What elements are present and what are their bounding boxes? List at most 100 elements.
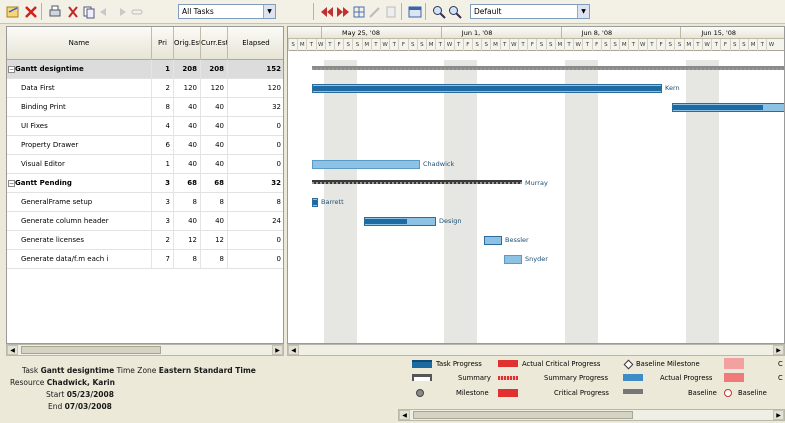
task-progress bbox=[673, 105, 763, 110]
table-row[interactable]: Generate data/f.m each i7880 bbox=[7, 250, 283, 269]
resource-value: Chadwick, Karin bbox=[46, 378, 115, 387]
timeline-day: F bbox=[656, 39, 665, 51]
print-icon[interactable] bbox=[46, 3, 62, 19]
open-icon[interactable] bbox=[4, 3, 20, 19]
cell-curr: 208 bbox=[201, 60, 228, 79]
table-row[interactable]: Generate column header 3 40 40 24 bbox=[7, 212, 283, 231]
critical-progress-swatch bbox=[623, 389, 643, 394]
find-next-icon[interactable] bbox=[446, 3, 462, 19]
cell-name: GeneralFrame setup bbox=[7, 193, 152, 212]
legend-actual-critical-progress: Actual Critical Progress bbox=[522, 360, 601, 368]
timeline-day: M bbox=[683, 39, 693, 51]
cell-elapsed: 120 bbox=[228, 79, 283, 98]
legend-summary: Summary bbox=[458, 374, 491, 382]
unlink-icon[interactable] bbox=[350, 3, 366, 19]
timezone-label: Time Zone bbox=[116, 366, 157, 375]
table-row[interactable]: Gantt Pending 3 68 68 32− bbox=[7, 174, 283, 193]
circle-icon bbox=[724, 389, 732, 397]
timeline-day: S bbox=[352, 39, 361, 51]
collapse-icon[interactable]: − bbox=[8, 66, 15, 73]
scroll-right-icon[interactable]: ▶ bbox=[773, 410, 784, 420]
summary-progress-swatch bbox=[498, 376, 518, 380]
calendar-icon[interactable] bbox=[406, 3, 422, 19]
task-bar[interactable] bbox=[504, 255, 522, 264]
legend-clipped-1: C bbox=[778, 360, 783, 368]
timeline-day: T bbox=[692, 39, 702, 51]
task-filter-select[interactable]: All Tasks ▼ bbox=[178, 4, 276, 19]
timeline-day: W bbox=[637, 39, 647, 51]
cell-elapsed: 8 bbox=[228, 193, 283, 212]
indent-icon[interactable] bbox=[96, 3, 112, 19]
outdent-icon[interactable] bbox=[112, 3, 128, 19]
timeline-week: Jun 1, '08 bbox=[440, 27, 561, 39]
column-header-name[interactable]: Name bbox=[7, 27, 152, 60]
start-label: Start bbox=[46, 390, 65, 399]
task-progress-swatch bbox=[412, 360, 432, 368]
legend-baseline-2: Baseline bbox=[738, 389, 767, 397]
milestone-red-swatch bbox=[498, 389, 518, 397]
timeline-day: S bbox=[674, 39, 683, 51]
timeline-day: T bbox=[711, 39, 720, 51]
column-header-pri[interactable]: Pri bbox=[152, 27, 174, 60]
cell-pri: 1 bbox=[152, 155, 174, 174]
view-select[interactable]: Default ▼ bbox=[470, 4, 590, 19]
copy-icon[interactable] bbox=[80, 3, 96, 19]
timeline-week: Jun 15, '08 bbox=[680, 27, 784, 39]
link-icon[interactable] bbox=[128, 3, 144, 19]
task-bar[interactable] bbox=[364, 217, 436, 226]
table-row[interactable]: UI Fixes 4 40 40 0 bbox=[7, 117, 283, 136]
legend-hscrollbar[interactable]: ◀ ▶ bbox=[398, 409, 785, 421]
zoom-in-icon[interactable] bbox=[318, 3, 334, 19]
task-bar[interactable] bbox=[484, 236, 502, 245]
timeline-day: T bbox=[453, 39, 463, 51]
task-bar[interactable] bbox=[672, 103, 784, 112]
note-icon[interactable] bbox=[382, 3, 398, 19]
toolbar-separator bbox=[425, 3, 426, 20]
column-header-orig-est[interactable]: Orig.Est bbox=[174, 27, 201, 60]
table-row[interactable]: Generate licenses 2 12 12 0 bbox=[7, 231, 283, 250]
cell-name: Visual Editor bbox=[7, 155, 152, 174]
table-row[interactable]: Binding Print 8 40 40 32 bbox=[7, 98, 283, 117]
column-header-elapsed[interactable]: Elapsed bbox=[228, 27, 283, 60]
task-bar[interactable] bbox=[312, 84, 662, 93]
cell-elapsed: 0 bbox=[228, 231, 283, 250]
legend-summary-progress: Summary Progress bbox=[544, 374, 609, 382]
task-bar[interactable] bbox=[312, 160, 420, 169]
chevron-down-icon[interactable]: ▼ bbox=[577, 5, 589, 18]
timeline-day: T bbox=[306, 39, 315, 51]
column-header-curr-est[interactable]: Curr.Est bbox=[201, 27, 228, 60]
timeline-day: S bbox=[665, 39, 674, 51]
scroll-left-icon[interactable]: ◀ bbox=[399, 410, 410, 420]
task-info-line: Task Gantt designtime Time Zone Eastern … bbox=[22, 366, 256, 375]
grid-header: Name Pri Orig.Est Curr.Est Elapsed bbox=[7, 27, 283, 60]
cell-pri: 7 bbox=[152, 250, 174, 269]
task-progress bbox=[365, 219, 407, 224]
cell-pri: 3 bbox=[152, 193, 174, 212]
timeline-day: F bbox=[462, 39, 472, 51]
chevron-down-icon[interactable]: ▼ bbox=[263, 5, 275, 18]
cell-name: Binding Print bbox=[7, 98, 152, 117]
cell-name: UI Fixes bbox=[7, 117, 152, 136]
timeline-day: S bbox=[600, 39, 610, 51]
timeline-day: F bbox=[334, 39, 343, 51]
table-row[interactable]: Data First 2 120 120 120 bbox=[7, 79, 283, 98]
scroll-thumb[interactable] bbox=[413, 411, 633, 419]
cut-icon[interactable] bbox=[64, 3, 80, 19]
table-row[interactable]: Property Drawer 6 40 40 0 bbox=[7, 136, 283, 155]
legend-task-progress: Task Progress bbox=[436, 360, 482, 368]
table-row[interactable]: Visual Editor 1 40 40 0 bbox=[7, 155, 283, 174]
edit-icon[interactable] bbox=[366, 3, 382, 19]
find-icon[interactable] bbox=[430, 3, 446, 19]
milestone-icon bbox=[416, 389, 424, 397]
delete-icon[interactable] bbox=[22, 3, 38, 19]
task-bar[interactable] bbox=[312, 198, 318, 207]
timeline-day: T bbox=[628, 39, 637, 51]
summary-bar[interactable] bbox=[312, 66, 784, 70]
timeline-day: T bbox=[499, 39, 509, 51]
summary-bar[interactable] bbox=[312, 180, 522, 184]
table-row[interactable]: GeneralFrame setup 3 8 8 8 bbox=[7, 193, 283, 212]
collapse-icon[interactable]: − bbox=[8, 180, 15, 187]
zoom-out-icon[interactable] bbox=[334, 3, 350, 19]
cell-pri: 3 bbox=[152, 212, 174, 231]
table-row[interactable]: Gantt designtime 1 208 208 152− bbox=[7, 60, 283, 79]
